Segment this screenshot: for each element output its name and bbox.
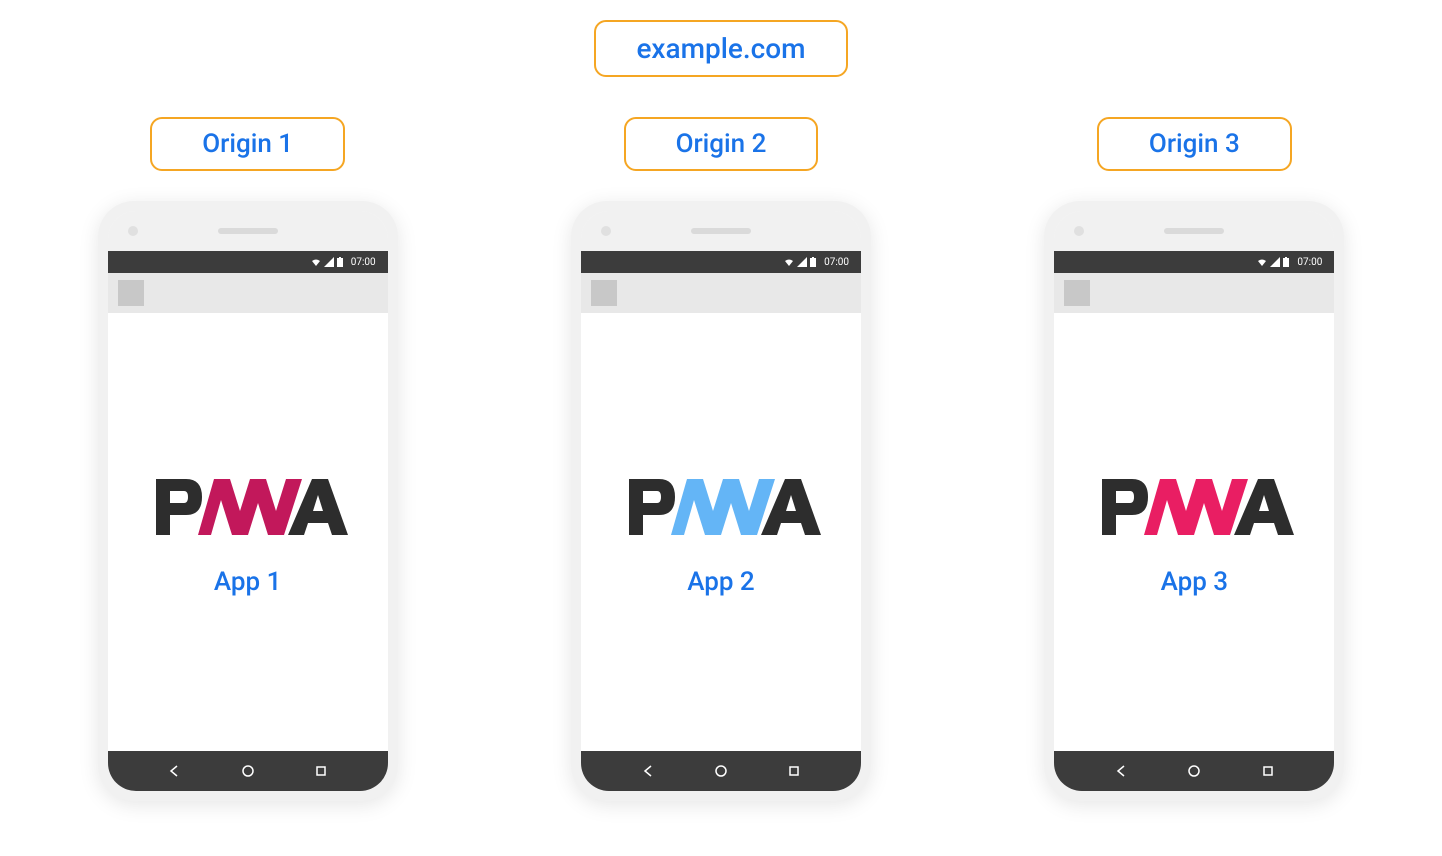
diagram-container: example.com Origin 1 bbox=[20, 20, 1422, 836]
nav-back-icon bbox=[1114, 764, 1128, 778]
phone-camera-icon bbox=[601, 226, 611, 236]
status-time: 07:00 bbox=[351, 257, 376, 268]
app-bar bbox=[581, 273, 861, 313]
origin-text: Origin 1 bbox=[202, 129, 293, 159]
nav-bar bbox=[581, 751, 861, 791]
nav-home-icon bbox=[1187, 764, 1201, 778]
origin-label-1: Origin 1 bbox=[150, 117, 345, 171]
status-icons bbox=[1257, 257, 1289, 267]
app-name: App 2 bbox=[687, 567, 754, 597]
status-bar: 07:00 bbox=[1054, 251, 1334, 273]
phone-inner: 07:00 App 3 bbox=[1054, 211, 1334, 791]
domain-label: example.com bbox=[594, 20, 847, 77]
nav-back-icon bbox=[641, 764, 655, 778]
phone-mockup-2: 07:00 App 2 bbox=[571, 201, 871, 801]
phone-content: App 2 bbox=[581, 313, 861, 751]
phone-camera-icon bbox=[1074, 226, 1084, 236]
origin-label-2: Origin 2 bbox=[624, 117, 819, 171]
status-bar: 07:00 bbox=[581, 251, 861, 273]
app-bar-placeholder-icon bbox=[1064, 280, 1090, 306]
phone-content: App 1 bbox=[108, 313, 388, 751]
app-name: App 1 bbox=[214, 567, 281, 597]
origin-text: Origin 2 bbox=[676, 129, 767, 159]
app-bar-placeholder-icon bbox=[118, 280, 144, 306]
phone-speaker-icon bbox=[691, 228, 751, 234]
pwa-logo-icon bbox=[148, 467, 348, 547]
phone-inner: 07:00 App 2 bbox=[581, 211, 861, 791]
app-name: App 3 bbox=[1161, 567, 1228, 597]
status-time: 07:00 bbox=[1297, 257, 1322, 268]
phone-camera-icon bbox=[128, 226, 138, 236]
battery-icon bbox=[337, 257, 343, 267]
phone-column-3: Origin 3 07:00 bbox=[988, 117, 1401, 801]
phone-top-bezel bbox=[1054, 211, 1334, 251]
wifi-icon bbox=[784, 257, 794, 267]
signal-icon bbox=[324, 257, 334, 267]
pwa-w-letter bbox=[671, 479, 775, 535]
signal-icon bbox=[1270, 257, 1280, 267]
status-icons bbox=[784, 257, 816, 267]
phone-mockup-1: 07:00 App 1 bbox=[98, 201, 398, 801]
nav-recent-icon bbox=[1261, 764, 1275, 778]
nav-bar bbox=[108, 751, 388, 791]
app-bar bbox=[108, 273, 388, 313]
phones-row: Origin 1 07:00 bbox=[41, 117, 1401, 801]
app-bar bbox=[1054, 273, 1334, 313]
battery-icon bbox=[1283, 257, 1289, 267]
status-time: 07:00 bbox=[824, 257, 849, 268]
wifi-icon bbox=[1257, 257, 1267, 267]
phone-speaker-icon bbox=[1164, 228, 1224, 234]
phone-column-2: Origin 2 07:00 bbox=[514, 117, 927, 801]
phone-mockup-3: 07:00 App 3 bbox=[1044, 201, 1344, 801]
nav-home-icon bbox=[714, 764, 728, 778]
status-icons bbox=[311, 257, 343, 267]
domain-text: example.com bbox=[636, 32, 805, 65]
nav-back-icon bbox=[167, 764, 181, 778]
origin-label-3: Origin 3 bbox=[1097, 117, 1292, 171]
phone-top-bezel bbox=[108, 211, 388, 251]
phone-speaker-icon bbox=[218, 228, 278, 234]
app-bar-placeholder-icon bbox=[591, 280, 617, 306]
nav-home-icon bbox=[241, 764, 255, 778]
signal-icon bbox=[797, 257, 807, 267]
nav-recent-icon bbox=[787, 764, 801, 778]
origin-text: Origin 3 bbox=[1149, 129, 1240, 159]
nav-bar bbox=[1054, 751, 1334, 791]
battery-icon bbox=[810, 257, 816, 267]
pwa-w-letter bbox=[198, 479, 302, 535]
wifi-icon bbox=[311, 257, 321, 267]
phone-column-1: Origin 1 07:00 bbox=[41, 117, 454, 801]
pwa-logo-icon bbox=[621, 467, 821, 547]
phone-content: App 3 bbox=[1054, 313, 1334, 751]
pwa-w-letter bbox=[1144, 479, 1248, 535]
status-bar: 07:00 bbox=[108, 251, 388, 273]
phone-top-bezel bbox=[581, 211, 861, 251]
pwa-logo-icon bbox=[1094, 467, 1294, 547]
phone-inner: 07:00 App 1 bbox=[108, 211, 388, 791]
nav-recent-icon bbox=[314, 764, 328, 778]
